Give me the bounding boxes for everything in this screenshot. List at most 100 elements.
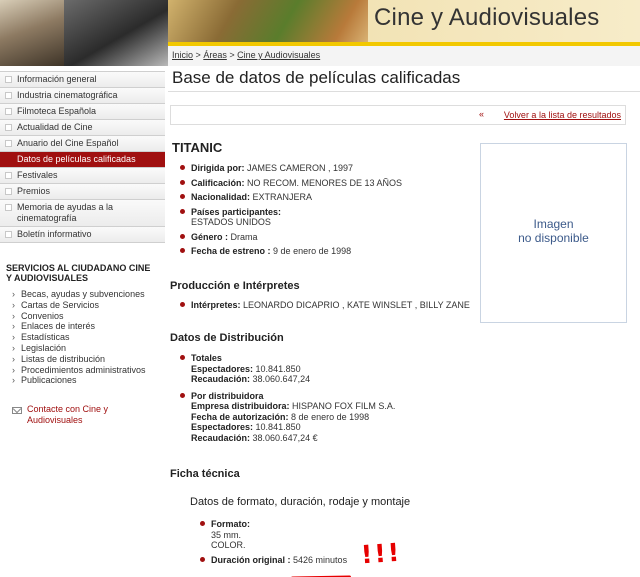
chevron-right-icon: › (12, 353, 15, 364)
sidebar-item-label: Industria cinematográfica (17, 90, 118, 100)
chevron-right-icon: › (12, 342, 15, 353)
chevron-right-icon: › (12, 332, 15, 343)
chevron-right-icon: › (12, 321, 15, 332)
services-heading: SERVICIOS AL CIUDADANO CINE Y AUDIOVISUA… (6, 263, 151, 283)
square-bullet-icon (5, 108, 12, 115)
detail-totales: Totales Espectadores: 10.841.850 Recauda… (178, 353, 395, 385)
services-item-label: Legislación (21, 342, 67, 353)
breadcrumb-cine[interactable]: Cine y Audiovisuales (237, 50, 320, 60)
square-bullet-icon (5, 231, 12, 238)
services-item[interactable]: › Enlaces de interés (12, 321, 165, 332)
sidebar-item-festivales[interactable]: Festivales (0, 168, 165, 184)
sidebar: Información general Industria cinematogr… (0, 66, 165, 577)
sidebar-item-label: Anuario del Cine Español (17, 138, 119, 148)
services-item[interactable]: › Estadísticas (12, 332, 165, 343)
main-content: Inicio > Áreas > Cine y Audiovisuales Ba… (168, 46, 640, 577)
sidebar-item-label: Premios (17, 186, 51, 196)
breadcrumb-separator: > (229, 50, 235, 60)
services-item-label: Publicaciones (21, 375, 77, 386)
movie-image-placeholder: Imagen no disponible (480, 143, 627, 323)
services-item[interactable]: › Listas de distribución (12, 354, 165, 365)
square-bullet-icon (5, 204, 12, 211)
section-title-produccion: Producción e Intérpretes (170, 280, 300, 292)
chevron-right-icon: › (12, 375, 15, 386)
bullet-icon (200, 556, 205, 562)
services-item-label: Procedimientos administrativos (21, 364, 146, 375)
services-item[interactable]: › Cartas de Servicios (12, 300, 165, 311)
bullet-icon (180, 302, 185, 307)
chevron-right-icon: › (12, 289, 15, 299)
back-to-results-link[interactable]: Volver a la lista de resultados (504, 110, 621, 120)
sidebar-item-datos-peliculas[interactable]: Datos de películas calificadas (0, 152, 165, 168)
sidebar-item-filmoteca[interactable]: Filmoteca Española (0, 104, 165, 120)
detail-interpretes: Intérpretes: LEONARDO DICAPRIO , KATE WI… (178, 300, 470, 311)
sidebar-item-label: Festivales (17, 170, 58, 180)
image-unavailable-line2: no disponible (518, 231, 589, 245)
sidebar-item-anuario[interactable]: Anuario del Cine Español (0, 136, 165, 152)
services-list: › Becas, ayudas y subvenciones › Cartas de… (12, 289, 165, 386)
interpretes-list: Intérpretes: LEONARDO DICAPRIO , KATE WI… (178, 300, 470, 315)
bullet-icon (180, 179, 185, 185)
bullet-icon (180, 392, 185, 398)
square-bullet-icon (5, 92, 12, 99)
header-photo-film-still (64, 0, 168, 66)
services-item[interactable]: › Publicaciones (12, 375, 165, 386)
bullet-icon (200, 521, 205, 526)
bullet-icon (180, 165, 185, 170)
services-item[interactable]: › Becas, ayudas y subvenciones (12, 289, 165, 300)
square-bullet-icon (5, 76, 12, 83)
chevron-right-icon: › (12, 364, 15, 375)
sidebar-item-label: Datos de películas calificadas (17, 154, 136, 164)
sidebar-item-industria[interactable]: Industria cinematográfica (0, 88, 165, 104)
detail-calificacion: Calificación: NO RECOM. MENORES DE 13 AÑ… (178, 178, 402, 189)
square-bullet-icon (5, 188, 12, 195)
services-item[interactable]: › Legislación (12, 343, 165, 354)
sidebar-item-label: Filmoteca Española (17, 106, 97, 116)
services-item[interactable]: › Convenios (12, 311, 165, 322)
breadcrumb-inicio[interactable]: Inicio (172, 50, 193, 60)
detail-duracion: Duración original : 5426 minutos (198, 555, 347, 566)
sidebar-item-premios[interactable]: Premios (0, 184, 165, 200)
page: Cine y Audiovisuales Información general… (0, 0, 640, 577)
square-bullet-icon (5, 124, 12, 131)
sidebar-item-boletin[interactable]: Boletín informativo (0, 227, 165, 243)
services-item[interactable]: › Procedimientos administrativos (12, 365, 165, 376)
movie-title: TITANIC (172, 140, 223, 155)
services-item-label: Enlaces de interés (21, 321, 96, 332)
contact-link[interactable]: Contacte con Cine y Audiovisuales (12, 404, 152, 426)
bullet-icon (180, 208, 185, 214)
detail-genero: Género : Drama (178, 232, 402, 243)
square-bullet-icon (5, 172, 12, 179)
breadcrumb-separator: > (195, 50, 201, 60)
services-item-label: Listas de distribución (21, 353, 106, 364)
image-unavailable-line1: Imagen (533, 217, 574, 231)
ficha-subtitle: Datos de formato, duración, rodaje y mon… (190, 496, 411, 508)
divider (168, 91, 640, 92)
square-bullet-icon (5, 140, 12, 147)
sidebar-item-label: Boletín informativo (17, 229, 92, 239)
contact-link-label: Contacte con Cine y Audiovisuales (27, 404, 109, 425)
sidebar-item-label: Memoria de ayudas a la cinematografía (17, 202, 114, 223)
chevron-right-icon: › (12, 310, 15, 321)
annotation-exclamation: !!! (360, 537, 403, 570)
sidebar-item-label: Información general (17, 74, 97, 84)
bullet-icon (180, 355, 185, 360)
section-title-distribucion: Datos de Distribución (170, 332, 284, 344)
distribution-list: Totales Espectadores: 10.841.850 Recauda… (178, 353, 395, 447)
sidebar-item-informacion-general[interactable]: Información general (0, 72, 165, 88)
services-item-label: Becas, ayudas y subvenciones (21, 289, 145, 299)
detail-paises: Países participantes: ESTADOS UNIDOS (178, 207, 402, 228)
sidebar-item-actualidad[interactable]: Actualidad de Cine (0, 120, 165, 136)
image-unavailable-text: Imagen no disponible (481, 217, 626, 245)
detail-director: Dirigida por: JAMES CAMERON , 1997 (178, 163, 402, 174)
breadcrumb: Inicio > Áreas > Cine y Audiovisuales (172, 50, 320, 60)
bullet-icon (180, 194, 185, 199)
ficha-list: Formato: 35 mm. COLOR. Duración original… (198, 519, 347, 569)
sidebar-item-memoria[interactable]: Memoria de ayudas a la cinematografía (0, 200, 165, 227)
breadcrumb-areas[interactable]: Áreas (203, 50, 227, 60)
detail-nacionalidad: Nacionalidad: EXTRANJERA (178, 192, 402, 203)
services-item-label: Cartas de Servicios (21, 299, 100, 310)
movie-details-list: Dirigida por: JAMES CAMERON , 1997 Calif… (178, 163, 402, 261)
site-title: Cine y Audiovisuales (374, 4, 600, 31)
bullet-icon (180, 233, 185, 239)
